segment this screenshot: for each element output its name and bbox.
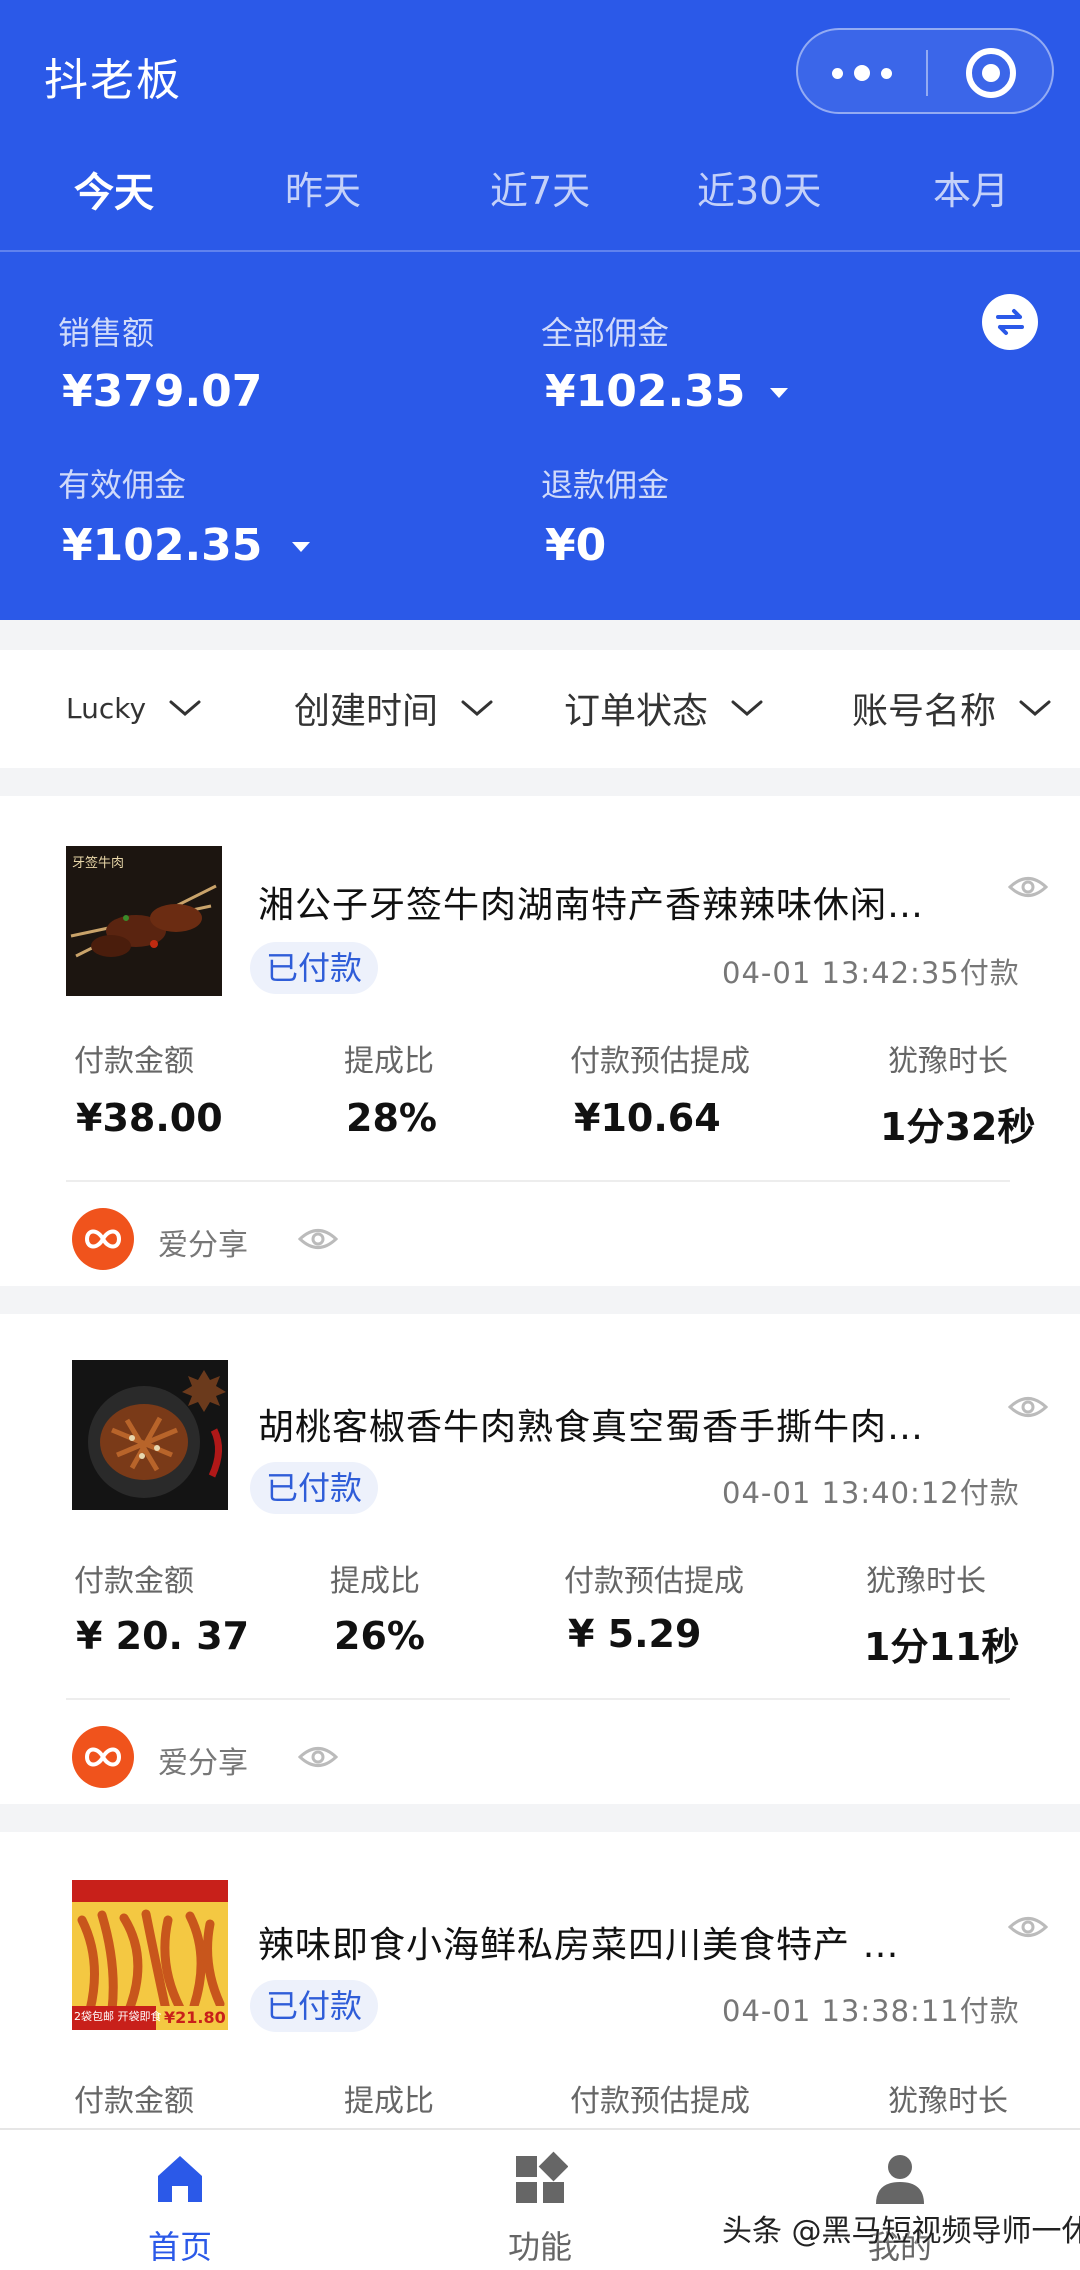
pay-amount-label: 付款金额 bbox=[74, 1564, 194, 1599]
tab-last-30-days[interactable]: 近30天 bbox=[697, 160, 821, 215]
order-card[interactable]: 胡桃客椒香牛肉熟食真空蜀香手撕牛肉… 已付款 04-01 13:40:12付款 … bbox=[0, 1314, 1080, 1804]
filter-lucky[interactable]: Lucky bbox=[66, 680, 202, 736]
share-app-logo-icon bbox=[72, 1208, 134, 1270]
ratio-value: 28% bbox=[346, 1096, 437, 1140]
order-card[interactable]: 2袋包邮 开袋即食 ¥21.80 辣味即食小海鲜私房菜四川美食特产 … 已付款 … bbox=[0, 1832, 1080, 2128]
estimated-commission-label: 付款预估提成 bbox=[570, 1044, 750, 1079]
pay-amount-value: ¥ 20. 37 bbox=[76, 1614, 250, 1658]
watermark: 头条 @黑马短视频导师一休 bbox=[722, 2214, 1080, 2249]
total-commission-caret-icon[interactable] bbox=[770, 388, 788, 398]
tab-last-7-days[interactable]: 近7天 bbox=[490, 160, 590, 215]
hesitation-label: 犹豫时长 bbox=[888, 2084, 1008, 2119]
product-thumbnail: 2袋包邮 开袋即食 ¥21.80 bbox=[72, 1880, 228, 2030]
valid-commission-caret-icon[interactable] bbox=[292, 542, 310, 552]
tab-yesterday[interactable]: 昨天 bbox=[285, 160, 361, 215]
status-badge: 已付款 bbox=[250, 942, 379, 994]
card-divider bbox=[66, 1180, 1010, 1182]
hesitation-value: 1分11秒 bbox=[864, 1625, 1020, 1669]
app-title: 抖老板 bbox=[44, 55, 182, 106]
eye-icon[interactable] bbox=[1008, 1912, 1048, 1942]
capsule-divider bbox=[926, 50, 928, 96]
refund-commission-label: 退款佣金 bbox=[541, 466, 670, 504]
sales-label: 销售额 bbox=[58, 314, 155, 352]
product-title[interactable]: 辣味即食小海鲜私房菜四川美食特产 … bbox=[258, 1916, 899, 1968]
chevron-down-icon bbox=[169, 700, 201, 716]
card-divider bbox=[66, 1698, 1010, 1700]
product-title[interactable]: 胡桃客椒香牛肉熟食真空蜀香手撕牛肉… bbox=[258, 1398, 924, 1450]
header-divider bbox=[0, 250, 1080, 252]
nav-item-functions[interactable]: 功能 bbox=[440, 2130, 640, 2270]
pay-time: 04-01 13:38:11付款 bbox=[722, 1994, 1020, 2028]
nav-label-home: 首页 bbox=[147, 2228, 212, 2266]
hesitation-label: 犹豫时长 bbox=[866, 1564, 986, 1599]
product-title[interactable]: 湘公子牙签牛肉湖南特产香辣辣味休闲… bbox=[258, 876, 924, 928]
eye-icon[interactable] bbox=[298, 1742, 338, 1772]
swap-button[interactable] bbox=[982, 294, 1038, 350]
eye-icon[interactable] bbox=[1008, 1392, 1048, 1422]
refund-commission-value: ¥0 bbox=[545, 520, 607, 571]
ratio-label: 提成比 bbox=[330, 1564, 420, 1599]
filter-order-status[interactable]: 订单状态 bbox=[564, 680, 764, 736]
chevron-down-icon bbox=[461, 700, 493, 716]
pay-time: 04-01 13:40:12付款 bbox=[722, 1476, 1020, 1510]
pay-amount-value: ¥38.00 bbox=[76, 1096, 223, 1140]
share-app-logo-icon bbox=[72, 1726, 134, 1788]
grid-icon bbox=[516, 2151, 568, 2203]
thumbnail-caption: 牙签牛肉 bbox=[72, 856, 125, 871]
filter-create-time[interactable]: 创建时间 bbox=[294, 680, 494, 736]
estimated-commission-value: ¥ 5.29 bbox=[568, 1612, 702, 1656]
tab-today[interactable]: 今天 bbox=[74, 160, 154, 218]
product-thumbnail: 牙签牛肉 bbox=[66, 846, 222, 996]
hesitation-value: 1分32秒 bbox=[880, 1105, 1036, 1149]
chevron-down-icon bbox=[731, 700, 763, 716]
pay-amount-label: 付款金额 bbox=[74, 2084, 194, 2119]
pay-time: 04-01 13:42:35付款 bbox=[722, 956, 1020, 990]
ratio-value: 26% bbox=[334, 1614, 425, 1658]
order-card[interactable]: 牙签牛肉 湘公子牙签牛肉湖南特产香辣辣味休闲… 已付款 04-01 13:42:… bbox=[0, 796, 1080, 1286]
swap-arrows-icon bbox=[996, 309, 1024, 335]
valid-commission-label: 有效佣金 bbox=[58, 466, 187, 504]
home-icon bbox=[158, 2156, 202, 2202]
pay-amount-label: 付款金额 bbox=[74, 1044, 194, 1079]
header: 抖老板 今天 昨天 近7天 近30天 本月 销售额 ¥379.07 全部佣金 ¥… bbox=[0, 0, 1080, 620]
filter-order-status-label: 订单状态 bbox=[564, 691, 709, 732]
tab-this-month[interactable]: 本月 bbox=[933, 160, 1009, 215]
hesitation-label: 犹豫时长 bbox=[888, 1044, 1008, 1079]
nav-label-functions: 功能 bbox=[507, 2228, 572, 2266]
estimated-commission-label: 付款预估提成 bbox=[570, 2084, 750, 2119]
filter-account-name-label: 账号名称 bbox=[852, 691, 997, 732]
total-commission-value[interactable]: ¥102.35 bbox=[545, 366, 745, 417]
status-badge: 已付款 bbox=[250, 1980, 379, 2032]
chevron-down-icon bbox=[1019, 700, 1051, 716]
thumbnail-price: ¥21.80 bbox=[164, 2008, 226, 2027]
product-thumbnail bbox=[72, 1360, 228, 1510]
mini-program-capsule bbox=[796, 28, 1054, 114]
filter-lucky-label: Lucky bbox=[66, 691, 147, 725]
sales-value: ¥379.07 bbox=[62, 366, 263, 417]
status-badge: 已付款 bbox=[250, 1462, 379, 1514]
eye-icon[interactable] bbox=[1008, 872, 1048, 902]
share-name: 爱分享 bbox=[158, 1746, 248, 1781]
eye-icon[interactable] bbox=[298, 1224, 338, 1254]
close-miniprogram-icon[interactable] bbox=[966, 48, 1016, 98]
share-name: 爱分享 bbox=[158, 1228, 248, 1263]
more-icon[interactable] bbox=[832, 60, 892, 86]
estimated-commission-value: ¥10.64 bbox=[574, 1096, 721, 1140]
filter-create-time-label: 创建时间 bbox=[294, 691, 439, 732]
total-commission-label: 全部佣金 bbox=[541, 314, 670, 352]
filter-bar: Lucky 创建时间 订单状态 账号名称 bbox=[0, 650, 1080, 768]
filter-account-name[interactable]: 账号名称 bbox=[852, 680, 1052, 736]
date-tabs: 今天 昨天 近7天 近30天 本月 bbox=[0, 160, 1080, 230]
ratio-label: 提成比 bbox=[344, 2084, 434, 2119]
thumbnail-promo: 2袋包邮 开袋即食 bbox=[74, 2010, 162, 2023]
ratio-label: 提成比 bbox=[344, 1044, 434, 1079]
valid-commission-value[interactable]: ¥102.35 bbox=[62, 520, 262, 571]
user-icon bbox=[876, 2155, 924, 2204]
nav-item-home[interactable]: 首页 bbox=[80, 2130, 280, 2270]
estimated-commission-label: 付款预估提成 bbox=[564, 1564, 744, 1599]
